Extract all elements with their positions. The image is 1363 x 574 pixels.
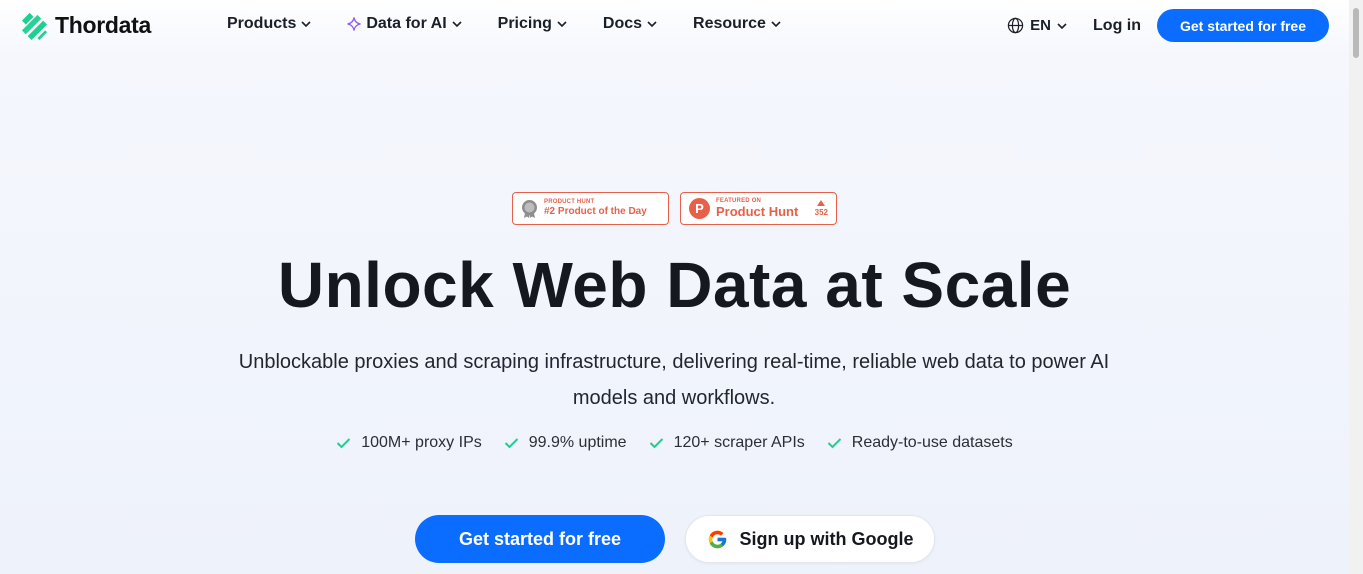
medal-icon (522, 199, 537, 218)
nav-resource-label: Resource (693, 15, 766, 32)
nav-products-label: Products (227, 15, 297, 32)
language-selector[interactable]: EN (1007, 17, 1067, 34)
chevron-down-icon (771, 21, 781, 28)
product-of-day-badge[interactable]: PRODUCT HUNT #2 Product of the Day (512, 192, 669, 225)
thordata-logo-icon (21, 12, 48, 40)
feature-label: Ready-to-use datasets (851, 434, 1013, 451)
chevron-down-icon (557, 21, 567, 28)
upvote-count: 352 (815, 200, 828, 217)
google-signup-label: Sign up with Google (739, 528, 914, 549)
main-menu: Products Data for AI Pricing Docs Resour… (227, 15, 817, 33)
right-nav: EN Log in Get started for free (1007, 9, 1329, 42)
vote-count-text: 352 (814, 208, 828, 217)
nav-products[interactable]: Products (227, 15, 311, 33)
feature-item: 100M+ proxy IPs (336, 434, 482, 452)
feature-label: 99.9% uptime (528, 434, 627, 451)
scrollbar[interactable] (1349, 0, 1363, 574)
get-started-button[interactable]: Get started for free (415, 515, 665, 563)
brand-name: Thordata (55, 12, 151, 38)
sparkle-icon (347, 17, 361, 31)
get-started-nav-button[interactable]: Get started for free (1157, 9, 1329, 42)
chevron-down-icon (301, 21, 311, 28)
check-icon (504, 438, 518, 449)
nav-resource[interactable]: Resource (693, 15, 781, 33)
feature-label: 100M+ proxy IPs (361, 434, 482, 451)
feature-list: 100M+ proxy IPs 99.9% uptime 120+ scrape… (0, 434, 1349, 452)
hero-title: Unlock Web Data at Scale (277, 249, 1072, 321)
feature-item: 99.9% uptime (504, 434, 627, 452)
globe-icon (1007, 17, 1024, 34)
hero-subtitle: Unblockable proxies and scraping infrast… (238, 351, 1110, 409)
chevron-down-icon (1057, 22, 1067, 29)
upvote-arrow-icon (817, 200, 826, 206)
feature-item: Ready-to-use datasets (827, 434, 1013, 452)
nav-pricing-label: Pricing (497, 15, 552, 32)
award-badges: PRODUCT HUNT #2 Product of the Day P FEA… (512, 192, 837, 225)
chevron-down-icon (452, 21, 462, 28)
nav-docs-label: Docs (602, 15, 643, 32)
google-icon (708, 530, 726, 548)
feature-item: 120+ scraper APIs (649, 434, 805, 452)
google-signup-button[interactable]: Sign up with Google (685, 515, 935, 563)
check-icon (827, 438, 841, 449)
nav-pricing[interactable]: Pricing (498, 15, 567, 33)
chevron-down-icon (647, 21, 657, 28)
check-icon (649, 438, 663, 449)
product-hunt-icon: P (689, 198, 710, 219)
badge-main-text: Product Hunt (716, 204, 799, 219)
nav-data-for-ai[interactable]: Data for AI (347, 15, 462, 33)
hero-cta-group: Get started for free Sign up with Google (415, 515, 935, 563)
scrollbar-thumb[interactable] (1353, 8, 1359, 58)
check-icon (337, 438, 351, 449)
nav-docs[interactable]: Docs (603, 15, 657, 33)
brand-logo[interactable]: Thordata (20, 11, 151, 40)
login-link[interactable]: Log in (1093, 17, 1141, 35)
badge-main-text: #2 Product of the Day (544, 206, 647, 217)
feature-label: 120+ scraper APIs (673, 434, 805, 451)
nav-data-for-ai-label: Data for AI (366, 15, 447, 32)
top-nav: Thordata Products Data for AI Pricing Do… (0, 0, 1349, 50)
featured-product-hunt-badge[interactable]: P FEATURED ON Product Hunt 352 (680, 192, 837, 225)
language-label: EN (1030, 17, 1052, 34)
badge-small-text: PRODUCT HUNT (544, 199, 595, 205)
